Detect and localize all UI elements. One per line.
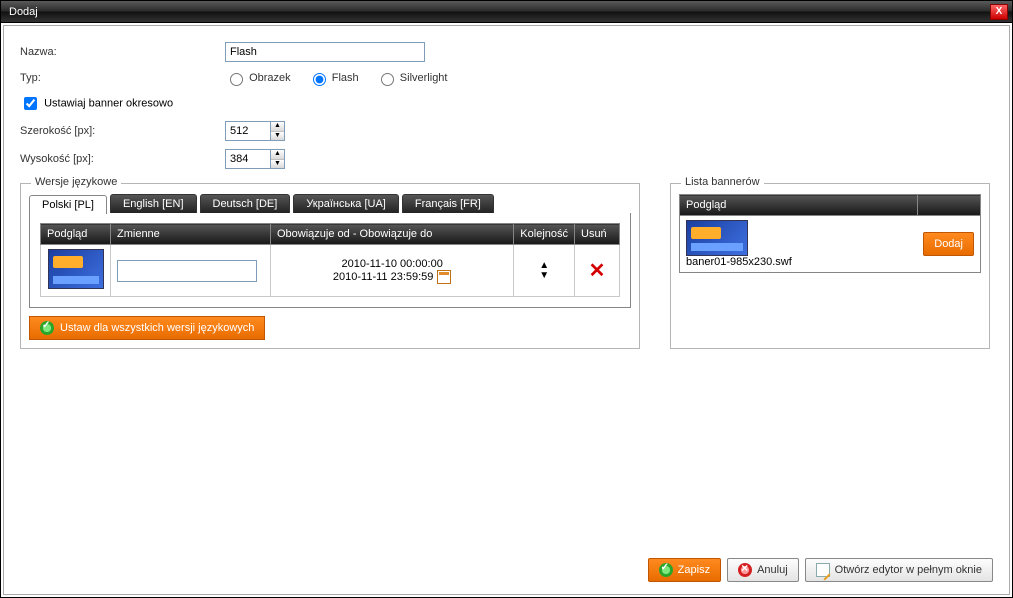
banner-filename: baner01-985x230.swf: [686, 256, 911, 268]
order-up-icon[interactable]: ▲: [520, 261, 568, 271]
calendar-icon[interactable]: [437, 270, 451, 284]
order-down-icon[interactable]: ▼: [520, 271, 568, 281]
col-preview: Podgląd: [680, 195, 918, 216]
type-label: Typ:: [20, 72, 225, 84]
tab-ua[interactable]: Українська [UA]: [293, 194, 399, 213]
tab-de[interactable]: Deutsch [DE]: [200, 194, 291, 213]
row-name: Nazwa:: [20, 42, 993, 62]
cancel-button[interactable]: Anuluj: [727, 558, 799, 582]
validity-cell[interactable]: 2010-11-10 00:00:00 2010-11-11 23:59:59: [271, 245, 514, 297]
add-banner-button[interactable]: Dodaj: [923, 232, 974, 256]
titlebar: Dodaj X: [1, 1, 1012, 23]
col-order: Kolejność: [514, 224, 575, 245]
delete-icon[interactable]: ✕: [589, 260, 606, 282]
name-label: Nazwa:: [20, 46, 225, 58]
banner-thumbnail[interactable]: [686, 220, 748, 256]
chevron-up-icon[interactable]: ▲: [271, 122, 284, 132]
tab-fr[interactable]: Français [FR]: [402, 194, 494, 213]
variables-input[interactable]: [117, 260, 257, 282]
table-row: 2010-11-10 00:00:00 2010-11-11 23:59:59 …: [41, 245, 620, 297]
width-input[interactable]: [226, 122, 270, 140]
col-preview: Podgląd: [41, 224, 111, 245]
row-type: Typ: Obrazek Flash Silverlight: [20, 70, 993, 86]
dialog-body: Nazwa: Typ: Obrazek Flash Silverlight Us…: [3, 25, 1010, 595]
cancel-icon: [738, 563, 752, 577]
lang-versions-legend: Wersje językowe: [31, 176, 121, 188]
tab-en[interactable]: English [EN]: [110, 194, 197, 213]
name-input[interactable]: [225, 42, 425, 62]
banner-list-fieldset: Lista bannerów Podgląd baner01-985x230.s…: [670, 183, 990, 349]
chevron-down-icon[interactable]: ▼: [271, 132, 284, 141]
height-label: Wysokość [px]:: [20, 153, 225, 165]
row-width: Szerokość [px]: ▲▼: [20, 121, 993, 141]
save-button[interactable]: Zapisz: [648, 558, 721, 582]
banner-thumbnail[interactable]: [48, 249, 104, 289]
set-all-languages-button[interactable]: Ustaw dla wszystkich wersji językowych: [29, 316, 265, 340]
radio-flash[interactable]: Flash: [308, 72, 359, 84]
type-radios: Obrazek Flash Silverlight: [225, 70, 461, 86]
chevron-down-icon[interactable]: ▼: [271, 160, 284, 169]
lang-versions-fieldset: Wersje językowe Polski [PL] English [EN]…: [20, 183, 640, 349]
lang-grid: Podgląd Zmienne Obowiązuje od - Obowiązu…: [40, 223, 620, 297]
radio-silverlight[interactable]: Silverlight: [376, 72, 448, 84]
footer-buttons: Zapisz Anuluj Otwórz edytor w pełnym okn…: [648, 558, 993, 582]
periodic-checkbox[interactable]: Ustawiaj banner okresowo: [20, 94, 173, 113]
height-stepper[interactable]: ▲▼: [225, 149, 285, 169]
edit-icon: [816, 563, 830, 577]
window-title: Dodaj: [9, 6, 990, 18]
tab-pl[interactable]: Polski [PL]: [29, 195, 107, 214]
lang-tab-panel: Podgląd Zmienne Obowiązuje od - Obowiązu…: [29, 213, 631, 308]
open-editor-button[interactable]: Otwórz edytor w pełnym oknie: [805, 558, 993, 582]
height-input[interactable]: [226, 150, 270, 168]
banner-list-legend: Lista bannerów: [681, 176, 764, 188]
chevron-up-icon[interactable]: ▲: [271, 150, 284, 160]
check-icon: [659, 563, 673, 577]
close-icon[interactable]: X: [990, 4, 1008, 20]
width-label: Szerokość [px]:: [20, 125, 225, 137]
row-periodic: Ustawiaj banner okresowo: [20, 94, 993, 113]
banner-list-grid: Podgląd baner01-985x230.swf Dodaj: [679, 194, 981, 273]
width-stepper[interactable]: ▲▼: [225, 121, 285, 141]
lang-tabs: Polski [PL] English [EN] Deutsch [DE] Ук…: [29, 194, 631, 214]
col-delete: Usuń: [575, 224, 620, 245]
dialog-window: Dodaj X Nazwa: Typ: Obrazek Flash Silver…: [0, 0, 1013, 598]
check-icon: [40, 321, 54, 335]
col-validity: Obowiązuje od - Obowiązuje do: [271, 224, 514, 245]
table-row: baner01-985x230.swf Dodaj: [680, 216, 981, 273]
col-variables: Zmienne: [111, 224, 271, 245]
radio-image[interactable]: Obrazek: [225, 72, 291, 84]
row-height: Wysokość [px]: ▲▼: [20, 149, 993, 169]
